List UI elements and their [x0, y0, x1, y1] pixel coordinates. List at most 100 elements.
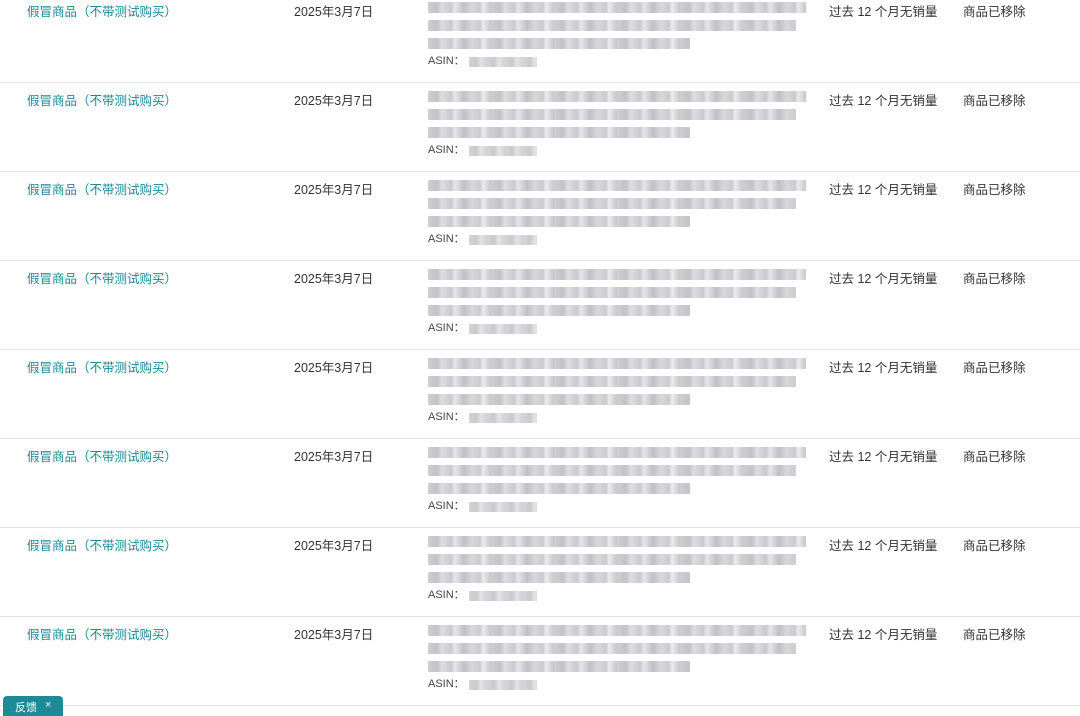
sales-info: 过去 12 个月无销量	[829, 450, 938, 464]
redacted-product-title	[428, 91, 806, 102]
asin: ASIN：	[428, 678, 808, 691]
violation-date: 2025年3月7日	[294, 539, 374, 553]
redacted-product-title	[428, 269, 806, 280]
asin: ASIN：	[428, 144, 808, 157]
violation-date: 2025年3月7日	[294, 183, 374, 197]
redacted-product-title	[428, 20, 796, 31]
redacted-product-title	[428, 572, 690, 583]
close-icon[interactable]: ×	[45, 699, 51, 711]
violation-date: 2025年3月7日	[294, 361, 374, 375]
sales-info: 过去 12 个月无销量	[829, 94, 938, 108]
table-row: 假冒商品（不带测试购买） 2025年3月7日 ASIN： 过去 12 个月无销量…	[0, 83, 1080, 172]
redacted-product-title	[428, 661, 690, 672]
asin-label: ASIN：	[428, 233, 465, 245]
product-info: ASIN：	[428, 269, 808, 335]
redacted-product-title	[428, 465, 796, 476]
redacted-asin	[468, 323, 537, 334]
product-info: ASIN：	[428, 625, 808, 691]
asin-label: ASIN：	[428, 500, 465, 512]
sales-info: 过去 12 个月无销量	[829, 539, 938, 553]
redacted-product-title	[428, 358, 806, 369]
violation-reason-link[interactable]: 假冒商品（不带测试购买）	[27, 360, 177, 376]
redacted-product-title	[428, 38, 690, 49]
redacted-product-title	[428, 198, 796, 209]
table-row: 假冒商品（不带测试购买） 2025年3月7日 ASIN： 过去 12 个月无销量…	[0, 439, 1080, 528]
redacted-asin	[468, 412, 537, 423]
product-info: ASIN：	[428, 358, 808, 424]
redacted-asin	[468, 234, 537, 245]
violation-date: 2025年3月7日	[294, 94, 374, 108]
redacted-product-title	[428, 625, 806, 636]
product-info: ASIN：	[428, 180, 808, 246]
asin: ASIN：	[428, 55, 808, 68]
table-row: 假冒商品（不带测试购买） 2025年3月7日 ASIN： 过去 12 个月无销量…	[0, 528, 1080, 617]
asin-label: ASIN：	[428, 678, 465, 690]
action-status: 商品已移除	[963, 5, 1026, 19]
violation-date: 2025年3月7日	[294, 5, 374, 19]
redacted-product-title	[428, 2, 806, 13]
redacted-asin	[468, 145, 537, 156]
violation-reason-link[interactable]: 假冒商品（不带测试购买）	[27, 182, 177, 198]
redacted-asin	[468, 56, 537, 67]
redacted-product-title	[428, 483, 690, 494]
violation-reason-link[interactable]: 假冒商品（不带测试购买）	[27, 449, 177, 465]
table-row: 假冒商品（不带测试购买） 2025年3月7日 ASIN： 过去 12 个月无销量…	[0, 617, 1080, 706]
violation-reason-link[interactable]: 假冒商品（不带测试购买）	[27, 93, 177, 109]
redacted-product-title	[428, 127, 690, 138]
redacted-product-title	[428, 305, 690, 316]
action-status: 商品已移除	[963, 94, 1026, 108]
redacted-product-title	[428, 376, 796, 387]
product-info: ASIN：	[428, 447, 808, 513]
action-status: 商品已移除	[963, 183, 1026, 197]
policy-violation-table: 假冒商品（不带测试购买） 2025年3月7日 ASIN： 过去 12 个月无销量…	[0, 0, 1080, 706]
sales-info: 过去 12 个月无销量	[829, 183, 938, 197]
violation-date: 2025年3月7日	[294, 272, 374, 286]
redacted-product-title	[428, 109, 796, 120]
violation-reason-link[interactable]: 假冒商品（不带测试购买）	[27, 538, 177, 554]
sales-info: 过去 12 个月无销量	[829, 361, 938, 375]
action-status: 商品已移除	[963, 450, 1026, 464]
redacted-asin	[468, 590, 537, 601]
redacted-product-title	[428, 287, 796, 298]
redacted-product-title	[428, 536, 806, 547]
table-row: 假冒商品（不带测试购买） 2025年3月7日 ASIN： 过去 12 个月无销量…	[0, 172, 1080, 261]
redacted-asin	[468, 501, 537, 512]
asin-label: ASIN：	[428, 144, 465, 156]
violation-reason-link[interactable]: 假冒商品（不带测试购买）	[27, 4, 177, 20]
violation-date: 2025年3月7日	[294, 450, 374, 464]
product-info: ASIN：	[428, 91, 808, 157]
product-info: ASIN：	[428, 536, 808, 602]
redacted-product-title	[428, 180, 806, 191]
table-row: 假冒商品（不带测试购买） 2025年3月7日 ASIN： 过去 12 个月无销量…	[0, 261, 1080, 350]
sales-info: 过去 12 个月无销量	[829, 272, 938, 286]
violation-reason-link[interactable]: 假冒商品（不带测试购买）	[27, 627, 177, 643]
redacted-product-title	[428, 554, 796, 565]
asin: ASIN：	[428, 233, 808, 246]
sales-info: 过去 12 个月无销量	[829, 5, 938, 19]
table-row: 假冒商品（不带测试购买） 2025年3月7日 ASIN： 过去 12 个月无销量…	[0, 350, 1080, 439]
asin-label: ASIN：	[428, 55, 465, 67]
redacted-product-title	[428, 216, 690, 227]
action-status: 商品已移除	[963, 539, 1026, 553]
action-status: 商品已移除	[963, 272, 1026, 286]
action-status: 商品已移除	[963, 361, 1026, 375]
violation-date: 2025年3月7日	[294, 628, 374, 642]
violation-reason-link[interactable]: 假冒商品（不带测试购买）	[27, 271, 177, 287]
redacted-product-title	[428, 643, 796, 654]
action-status: 商品已移除	[963, 628, 1026, 642]
product-info: ASIN：	[428, 2, 808, 68]
asin-label: ASIN：	[428, 589, 465, 601]
asin-label: ASIN：	[428, 322, 465, 334]
redacted-product-title	[428, 447, 806, 458]
table-row: 假冒商品（不带测试购买） 2025年3月7日 ASIN： 过去 12 个月无销量…	[0, 0, 1080, 83]
sales-info: 过去 12 个月无销量	[829, 628, 938, 642]
asin: ASIN：	[428, 500, 808, 513]
asin: ASIN：	[428, 411, 808, 424]
feedback-label: 反馈	[15, 702, 37, 714]
redacted-asin	[468, 679, 537, 690]
asin: ASIN：	[428, 322, 808, 335]
asin-label: ASIN：	[428, 411, 465, 423]
redacted-product-title	[428, 394, 690, 405]
feedback-button[interactable]: 反馈 ×	[3, 696, 63, 716]
asin: ASIN：	[428, 589, 808, 602]
